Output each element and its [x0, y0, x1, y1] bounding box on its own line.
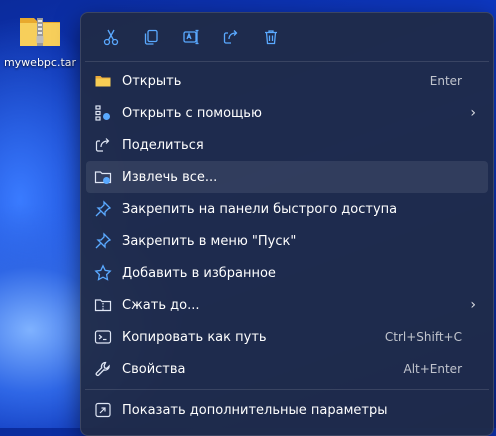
menu-item-pin-start[interactable]: Закрепить в меню "Пуск"	[86, 225, 488, 257]
share-icon	[94, 136, 112, 154]
open-with-icon	[94, 104, 112, 122]
desktop-file-icon[interactable]: mywebpc.tar	[2, 6, 78, 76]
extract-folder-icon	[94, 168, 112, 186]
trash-icon	[265, 30, 277, 45]
menu-item-label: Показать дополнительные параметры	[122, 402, 388, 418]
context-menu: Открыть Enter Открыть с помощью › Подели…	[80, 12, 494, 436]
menu-item-compress[interactable]: Сжать до... ›	[86, 289, 488, 321]
expand-icon	[94, 401, 112, 419]
menu-item-label: Закрепить на панели быстрого доступа	[122, 201, 398, 217]
menu-item-extract-all[interactable]: Извлечь все...	[86, 161, 488, 193]
menu-item-label: Поделиться	[122, 137, 204, 153]
menu-item-label: Сжать до...	[122, 297, 200, 313]
rename-button[interactable]	[171, 19, 211, 55]
scissors-icon	[103, 29, 119, 46]
pin-icon	[94, 200, 112, 218]
compress-folder-icon	[94, 296, 112, 314]
star-icon	[94, 264, 112, 282]
chevron-right-icon: ›	[470, 297, 476, 313]
menu-item-open[interactable]: Открыть Enter	[86, 65, 488, 97]
shortcut-text: Alt+Enter	[403, 362, 462, 376]
wrench-icon	[94, 360, 112, 378]
menu-item-properties[interactable]: Свойства Alt+Enter	[86, 353, 488, 385]
menu-item-label: Открыть с помощью	[122, 105, 262, 121]
shortcut-text: Enter	[429, 74, 462, 88]
file-name-label: mywebpc.tar	[3, 56, 77, 69]
menu-item-open-with[interactable]: Открыть с помощью ›	[86, 97, 488, 129]
menu-item-add-favorites[interactable]: Добавить в избранное	[86, 257, 488, 289]
menu-item-show-more-options[interactable]: Показать дополнительные параметры	[86, 394, 488, 426]
menu-item-label: Добавить в избранное	[122, 265, 276, 281]
folder-icon	[94, 72, 112, 90]
context-toolbar	[81, 13, 493, 61]
pin-icon	[94, 232, 112, 250]
menu-item-pin-quick-access[interactable]: Закрепить на панели быстрого доступа	[86, 193, 488, 225]
menu-item-share[interactable]: Поделиться	[86, 129, 488, 161]
share-icon	[223, 30, 238, 44]
menu-divider	[85, 389, 489, 390]
menu-item-label: Закрепить в меню "Пуск"	[122, 233, 297, 249]
delete-button[interactable]	[251, 19, 291, 55]
menu-item-copy-path[interactable]: Копировать как путь Ctrl+Shift+C	[86, 321, 488, 353]
copy-path-icon	[94, 328, 112, 346]
zip-folder-icon	[18, 12, 62, 48]
rename-icon	[183, 29, 199, 45]
shortcut-text: Ctrl+Shift+C	[384, 330, 462, 344]
chevron-right-icon: ›	[470, 105, 476, 121]
menu-item-label: Извлечь все...	[122, 169, 218, 185]
cut-button[interactable]	[91, 19, 131, 55]
share-button[interactable]	[211, 19, 251, 55]
copy-button[interactable]	[131, 19, 171, 55]
copy-icon	[144, 29, 158, 45]
